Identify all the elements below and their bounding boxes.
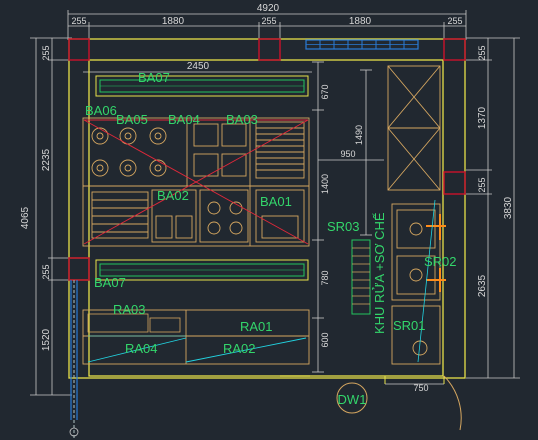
dim-right-seg-3: 255: [477, 177, 487, 192]
counters-ra: [82, 309, 310, 365]
dim-mid-1400: 1400: [320, 174, 330, 194]
label-zone-wash-prep: KHU RỬA +SƠ CHẾ: [372, 212, 387, 334]
column-right-mid: [443, 171, 466, 195]
dim-top-seg-1: 255: [71, 16, 86, 26]
label-ra02: RA02: [223, 341, 256, 356]
door-tag-dw1: DW1: [336, 382, 368, 414]
dim-top-total: 4920: [257, 3, 280, 14]
kitchen-floor-plan: 4920 255 1880 255 1880 255 2450 4065 255…: [20, 3, 520, 438]
label-ra03: RA03: [113, 302, 146, 317]
column-top-right: [443, 38, 466, 61]
column-top-mid: [258, 38, 281, 61]
dim-750: 750: [413, 383, 428, 393]
window-top-right: [305, 39, 419, 50]
dim-left-total: 4065: [20, 206, 31, 229]
dim-left-seg-3: 255: [41, 264, 51, 279]
dim-mid-600: 600: [320, 332, 330, 347]
label-ba03: BA03: [226, 112, 258, 127]
dim-inner-width: 2450: [187, 61, 210, 72]
dim-right-seg-2: 1370: [477, 106, 488, 129]
hood-ba07-top: [95, 75, 309, 97]
label-ra04: RA04: [125, 341, 158, 356]
label-sr02: SR02: [424, 254, 457, 269]
dim-top-seg-5: 255: [447, 16, 462, 26]
dim-950: 950: [340, 149, 355, 159]
label-ba06: BA06: [85, 103, 117, 118]
columns: [68, 38, 466, 281]
dim-right-total: 3830: [503, 196, 514, 219]
dim-left-seg-4: 1520: [41, 328, 52, 351]
label-ba04: BA04: [168, 112, 200, 127]
column-left-mid: [68, 257, 90, 281]
dim-right-seg-4: 2635: [477, 274, 488, 297]
label-sr01: SR01: [393, 318, 426, 333]
dim-top-seg-4: 1880: [349, 16, 372, 27]
dim-mid-780: 780: [320, 270, 330, 285]
column-top-left: [68, 38, 90, 61]
hood-ba07-bottom: [95, 259, 309, 281]
dim-1490: 1490: [354, 125, 364, 145]
label-sr03: SR03: [327, 219, 360, 234]
dim-top-seg-2: 1880: [162, 16, 185, 27]
door-left: [70, 280, 78, 438]
rack-sr03: [351, 239, 371, 315]
label-ra01: RA01: [240, 319, 273, 334]
dim-left-seg-1: 255: [41, 45, 51, 60]
label-ba02: BA02: [157, 188, 189, 203]
label-ba07-bottom: BA07: [94, 275, 126, 290]
dim-right-seg-1: 255: [477, 45, 487, 60]
label-ba05: BA05: [116, 112, 148, 127]
dim-left-seg-2: 2235: [41, 148, 52, 171]
dim-top-seg-3: 255: [261, 16, 276, 26]
label-ba01: BA01: [260, 194, 292, 209]
label-ba07-top: BA07: [138, 70, 170, 85]
dim-mid-670: 670: [320, 84, 330, 99]
label-dw1: DW1: [338, 392, 367, 407]
